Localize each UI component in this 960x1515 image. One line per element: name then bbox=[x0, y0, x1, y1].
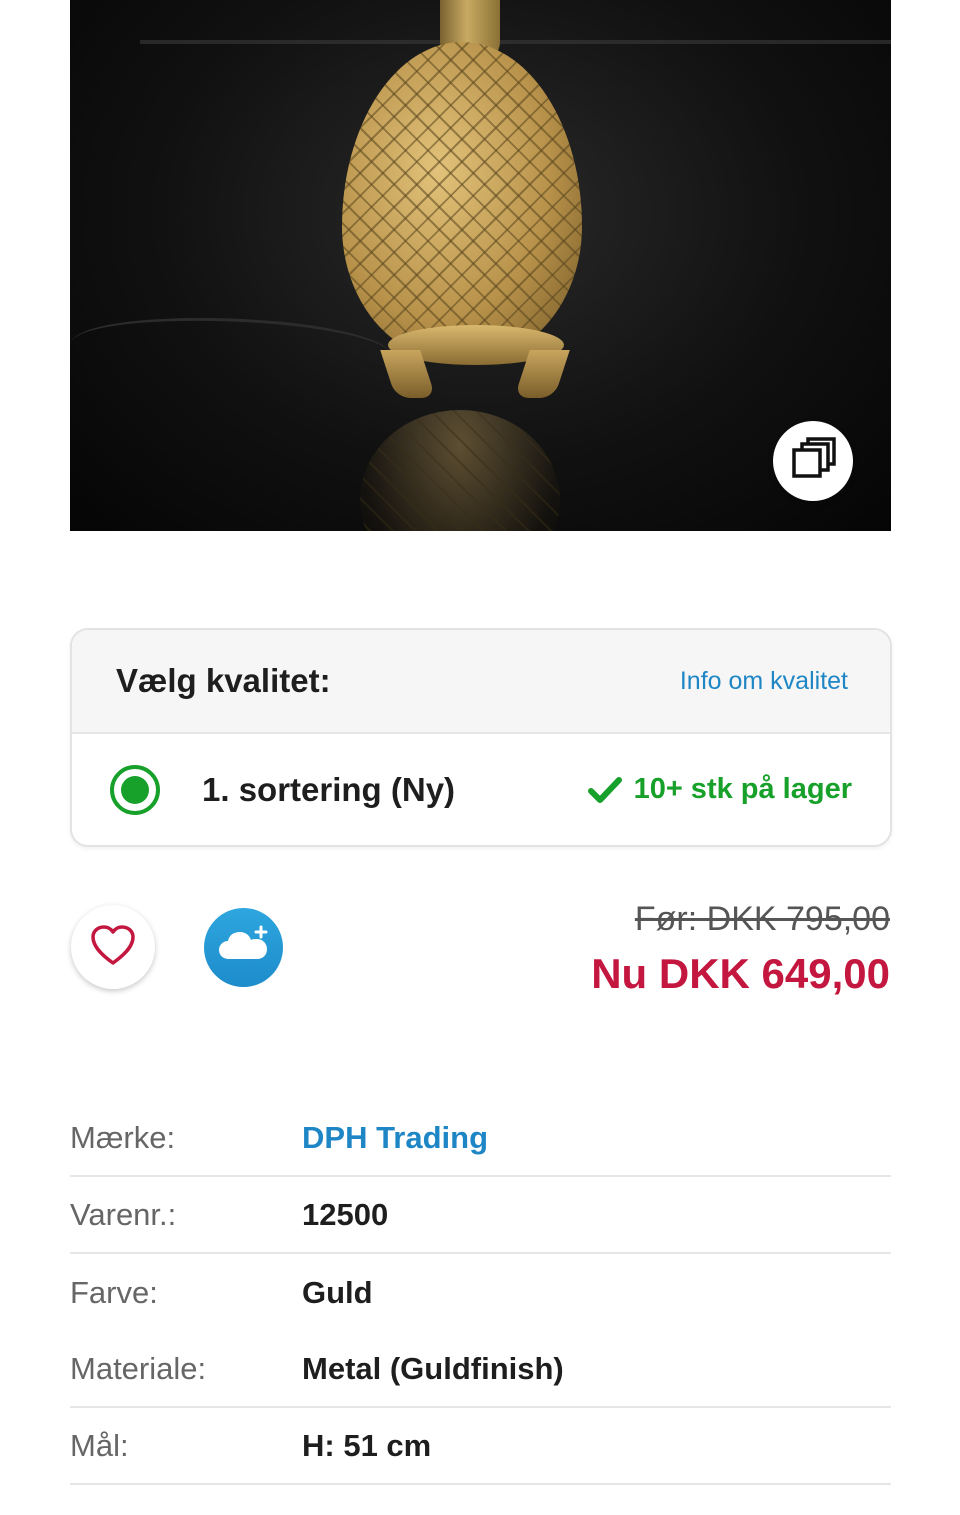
lamp-cable bbox=[70, 306, 392, 393]
price-before: Før: DKK 795,00 bbox=[634, 900, 890, 938]
spec-value: Metal (Guldfinish) bbox=[302, 1350, 564, 1386]
spec-label: Materiale: bbox=[70, 1350, 207, 1386]
wishlist-button[interactable] bbox=[71, 905, 155, 989]
price-now: Nu DKK 649,00 bbox=[591, 950, 890, 997]
spec-row-material: Materiale: Metal (Guldfinish) bbox=[70, 1331, 891, 1408]
save-to-cloud-button[interactable] bbox=[204, 908, 283, 987]
spec-row-dimensions: Mål: H: 51 cm bbox=[70, 1408, 891, 1485]
quality-header: Vælg kvalitet: Info om kvalitet bbox=[72, 630, 890, 734]
spec-row-brand: Mærke: DPH Trading bbox=[70, 1100, 891, 1177]
spec-label: Mærke: bbox=[70, 1119, 176, 1155]
gallery-copy-icon bbox=[790, 436, 836, 487]
shelf-edge bbox=[140, 40, 891, 44]
quality-info-link[interactable]: Info om kvalitet bbox=[680, 667, 848, 696]
spec-row-item-number: Varenr.: 12500 bbox=[70, 1177, 891, 1254]
spec-value: Guld bbox=[302, 1274, 373, 1310]
spec-value: H: 51 cm bbox=[302, 1427, 432, 1463]
lamp-body bbox=[342, 42, 582, 360]
brand-link[interactable]: DPH Trading bbox=[302, 1120, 488, 1156]
heart-icon bbox=[89, 923, 137, 972]
cloud-plus-icon bbox=[217, 925, 271, 970]
lamp-reflection bbox=[360, 410, 560, 531]
quality-radio[interactable] bbox=[110, 764, 160, 815]
quality-panel: Vælg kvalitet: Info om kvalitet 1. sorte… bbox=[70, 628, 892, 847]
check-icon bbox=[587, 776, 622, 804]
quality-radio-dot bbox=[121, 775, 149, 804]
quality-option[interactable]: 1. sortering (Ny) 10+ stk på lager bbox=[72, 734, 890, 845]
quality-title: Vælg kvalitet: bbox=[116, 662, 331, 699]
spec-value: 12500 bbox=[302, 1196, 389, 1232]
product-specs: Mærke: DPH Trading Varenr.: 12500 Farve:… bbox=[70, 1100, 891, 1485]
spec-label: Farve: bbox=[70, 1274, 158, 1310]
gallery-button[interactable] bbox=[773, 421, 853, 501]
spec-row-color: Farve: Guld bbox=[70, 1254, 891, 1331]
stock-text: 10+ stk på lager bbox=[633, 773, 852, 805]
product-image[interactable] bbox=[70, 0, 891, 531]
spec-label: Varenr.: bbox=[70, 1196, 177, 1232]
spec-label: Mål: bbox=[70, 1427, 129, 1463]
quality-option-label: 1. sortering (Ny) bbox=[202, 770, 456, 808]
stock-status: 10+ stk på lager bbox=[587, 773, 852, 806]
